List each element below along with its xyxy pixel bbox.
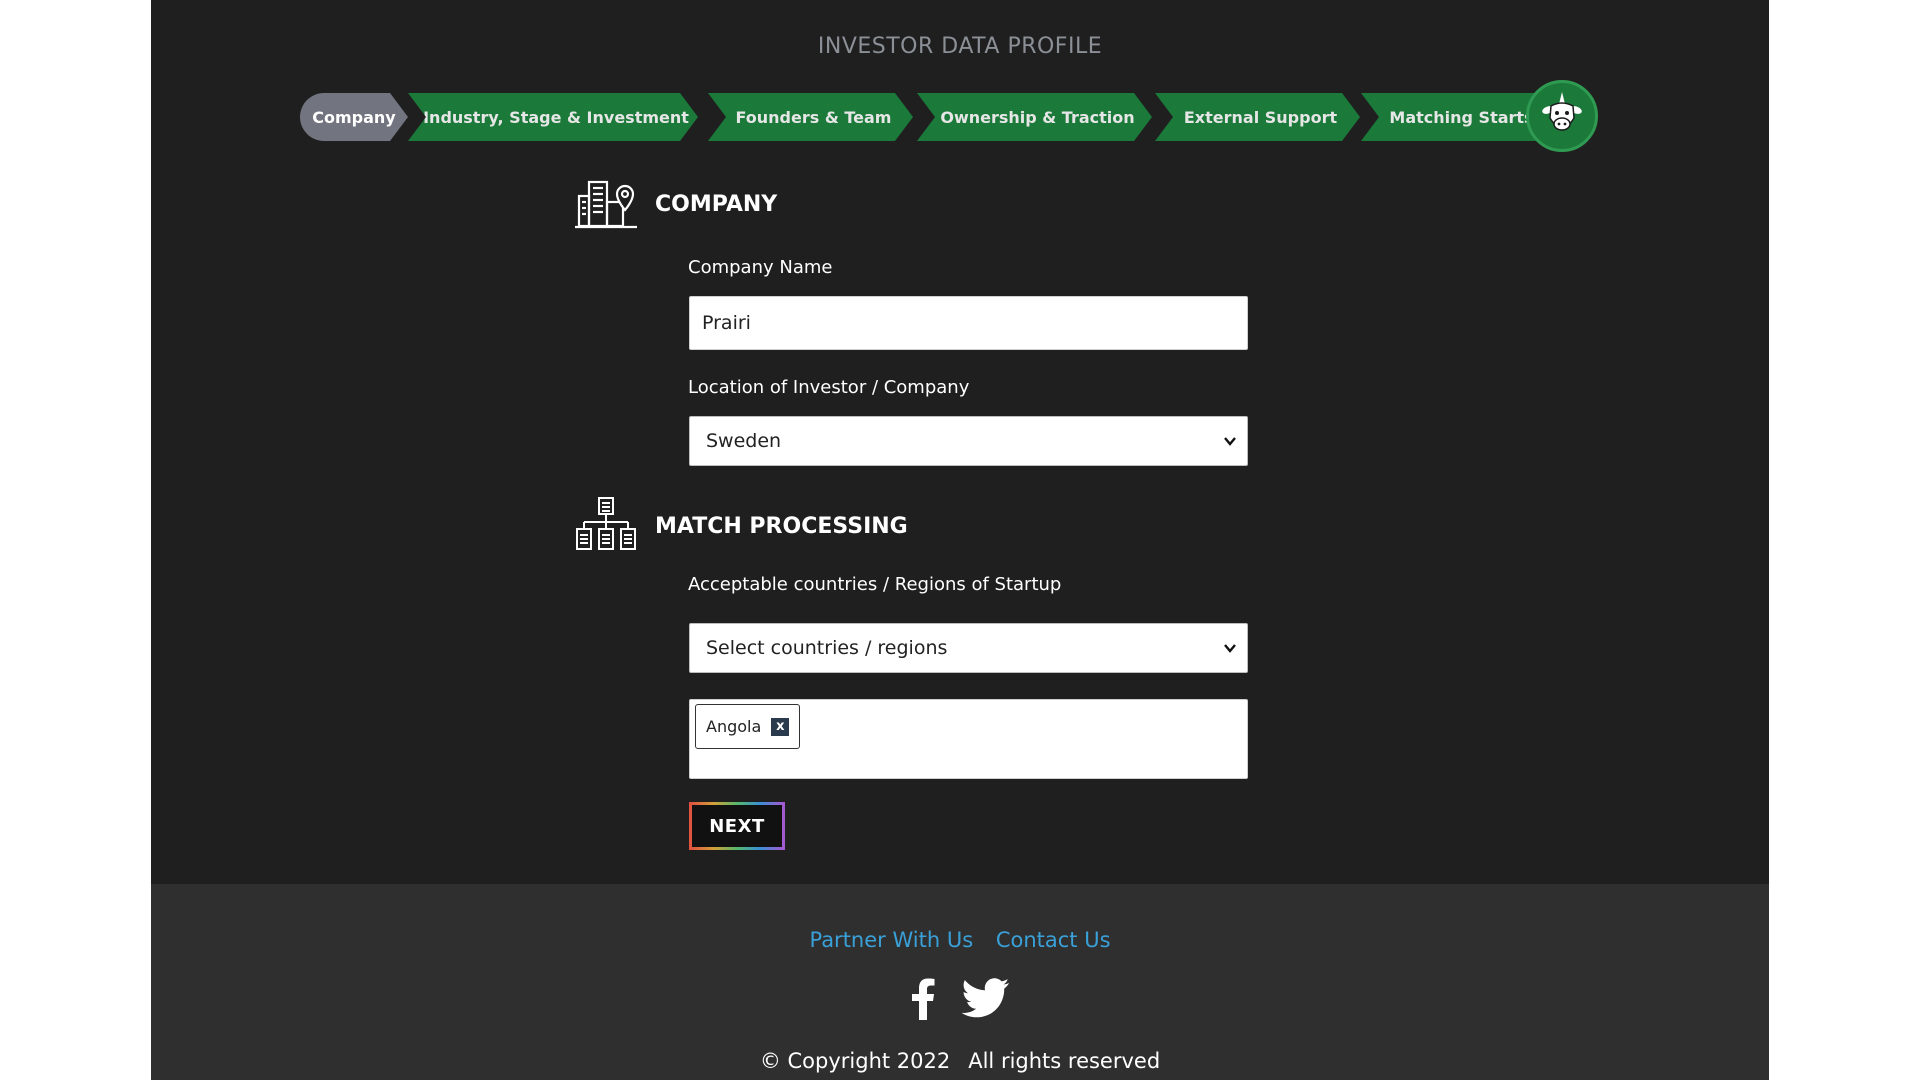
regions-select[interactable]: Select countries / regions (689, 623, 1248, 673)
region-tag-label: Angola (706, 717, 762, 736)
company-name-value: Prairi (702, 312, 751, 334)
region-tag-angola: Angola x (695, 704, 801, 749)
step-label: Industry, Stage & Investment (423, 107, 689, 127)
app-frame: INVESTOR DATA PROFILE Company Industry, … (151, 0, 1769, 1080)
location-label: Location of Investor / Company (688, 377, 970, 398)
step-label: Ownership & Traction (940, 107, 1135, 127)
building-location-icon (575, 174, 637, 234)
org-chart-icon (575, 496, 637, 556)
step-label: Company (312, 107, 396, 127)
step-company[interactable]: Company (300, 93, 408, 141)
chevron-down-icon (1224, 644, 1236, 653)
step-external-support[interactable]: External Support (1155, 93, 1360, 141)
contact-us-link[interactable]: Contact Us (996, 928, 1111, 952)
step-founders-team[interactable]: Founders & Team (708, 93, 913, 141)
facebook-icon[interactable] (910, 978, 936, 1024)
location-select[interactable]: Sweden (689, 416, 1248, 466)
page-title: INVESTOR DATA PROFILE (817, 34, 1103, 59)
rights-notice: All rights reserved (968, 1049, 1161, 1073)
chevron-down-icon (1224, 437, 1236, 446)
remove-tag-button[interactable]: x (771, 717, 790, 736)
regions-placeholder: Select countries / regions (706, 637, 948, 659)
selected-regions-box[interactable]: Angola x (689, 699, 1248, 779)
copyright-notice: © Copyright 2022 (759, 1049, 951, 1073)
twitter-icon[interactable] (961, 978, 1010, 1024)
company-section-header: COMPANY (575, 174, 777, 234)
company-name-label: Company Name (688, 257, 833, 278)
social-links (151, 978, 1769, 1024)
next-button[interactable]: NEXT (689, 802, 785, 850)
regions-label: Acceptable countries / Regions of Startu… (688, 574, 1062, 595)
step-ownership-traction[interactable]: Ownership & Traction (917, 93, 1152, 141)
step-label: Matching Starts (1389, 107, 1534, 127)
match-section-title: MATCH PROCESSING (655, 513, 908, 539)
step-label: Founders & Team (735, 107, 892, 127)
location-selected-value: Sweden (706, 430, 782, 452)
match-section-header: MATCH PROCESSING (575, 496, 908, 556)
step-label: External Support (1183, 107, 1338, 127)
unicorn-cow-icon (1526, 80, 1598, 152)
company-name-input[interactable]: Prairi (689, 296, 1248, 350)
copyright-text: © Copyright 2022 All rights reserved (151, 1049, 1769, 1073)
step-industry-stage-investment[interactable]: Industry, Stage & Investment (408, 93, 698, 141)
footer-links: Partner With Us Contact Us (151, 928, 1769, 952)
main-content: INVESTOR DATA PROFILE Company Industry, … (151, 0, 1769, 884)
company-section-title: COMPANY (655, 191, 778, 217)
partner-with-us-link[interactable]: Partner With Us (809, 928, 973, 952)
